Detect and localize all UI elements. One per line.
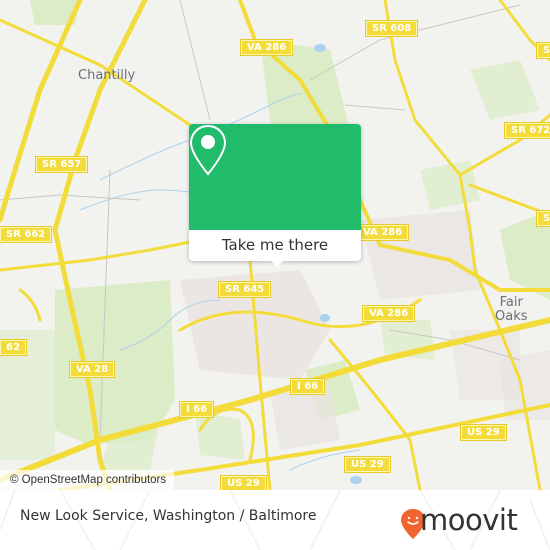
road-shield-va-28: VA 28	[70, 362, 115, 377]
road-shield-sr-edge: SR	[537, 43, 550, 58]
road-shield-sr-edge-2: SR	[537, 211, 550, 226]
road-shield-sr-645: SR 645	[219, 282, 271, 297]
road-shield-i-66-left: I 66	[180, 402, 214, 417]
location-title: New Look Service, Washington / Baltimore	[20, 508, 317, 524]
road-shield-sr-662-edge: 62	[0, 340, 26, 355]
road-shield-va-286-mid: VA 286	[357, 225, 409, 240]
brand-name: moovit	[420, 503, 518, 537]
take-me-there-button[interactable]: Take me there	[189, 230, 361, 261]
road-shield-va-286: VA 286	[241, 40, 293, 55]
road-shield-us-29-right: US 29	[461, 425, 506, 440]
road-shield-i-66-right: I 66	[291, 379, 325, 394]
road-shield-us-29-bottom: US 29	[221, 476, 266, 490]
place-label-chantilly: Chantilly	[78, 68, 136, 83]
moovit-logo[interactable]: moovit	[398, 502, 538, 539]
popup-header[interactable]	[189, 124, 361, 230]
road-shield-sr-657: SR 657	[36, 157, 88, 172]
road-shield-va-286-right: VA 286	[363, 306, 415, 321]
road-shield-us-29-mid: US 29	[345, 457, 390, 472]
map-attribution[interactable]: © OpenStreetMap contributors	[0, 470, 175, 490]
road-shield-sr-672: SR 672	[505, 123, 550, 138]
place-label-fair-oaks: Fair Oaks	[495, 295, 528, 324]
footer: New Look Service, Washington / Baltimore…	[0, 490, 550, 550]
road-shield-sr-608: SR 608	[366, 21, 418, 36]
map-pin-icon	[189, 124, 227, 176]
map-view[interactable]: Chantilly Fair Oaks VA 286 SR 608 SR 672…	[0, 0, 550, 490]
directions-popup[interactable]: Take me there	[189, 124, 361, 267]
road-shield-sr-662: SR 662	[0, 227, 52, 242]
popup-tail	[269, 259, 285, 267]
